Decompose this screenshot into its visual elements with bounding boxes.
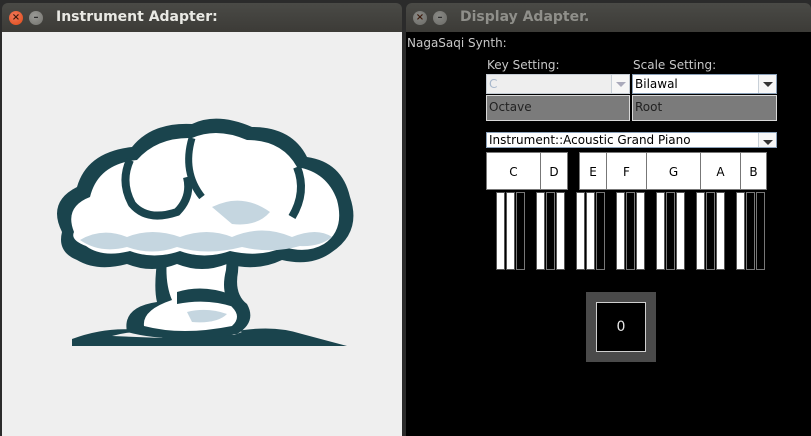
piano-white-key[interactable] <box>536 192 545 270</box>
scale-setting-select[interactable]: Bilawal <box>632 74 777 94</box>
key-setting-value: C <box>489 77 498 91</box>
note-button-a[interactable]: A <box>700 152 741 190</box>
note-button-c[interactable]: C <box>486 152 541 190</box>
instrument-select[interactable]: Instrument::Acoustic Grand Piano <box>486 132 777 148</box>
mushroom-cloud-icon <box>57 118 354 346</box>
piano-white-key[interactable] <box>676 192 685 270</box>
piano-white-key[interactable] <box>616 192 625 270</box>
piano-black-key[interactable] <box>706 192 715 270</box>
key-setting-label: Key Setting: <box>487 58 560 72</box>
piano-white-key[interactable] <box>576 192 585 270</box>
piano-black-key[interactable] <box>596 192 605 270</box>
root-field[interactable]: Root <box>632 95 777 121</box>
note-button-g[interactable]: G <box>646 152 701 190</box>
piano-black-key[interactable] <box>626 192 635 270</box>
title-bar[interactable]: × – Display Adapter. <box>406 3 811 32</box>
piano-white-key[interactable] <box>716 192 725 270</box>
piano-black-key[interactable] <box>546 192 555 270</box>
piano-black-key[interactable] <box>666 192 675 270</box>
synth-heading: NagaSaqi Synth: <box>407 36 507 50</box>
window-title: Instrument Adapter: <box>56 9 218 25</box>
piano-black-key[interactable] <box>746 192 755 270</box>
piano-white-key[interactable] <box>656 192 665 270</box>
chevron-down-icon <box>758 75 776 93</box>
note-button-b[interactable]: B <box>740 152 767 190</box>
title-bar[interactable]: × – Instrument Adapter: <box>2 3 402 32</box>
note-button-e[interactable]: E <box>579 152 607 190</box>
chevron-down-icon <box>758 133 776 147</box>
counter-display: 0 <box>596 302 646 352</box>
piano-white-key[interactable] <box>496 192 505 270</box>
counter-frame: 0 <box>586 292 656 362</box>
instrument-select-value: Instrument::Acoustic Grand Piano <box>489 133 691 147</box>
key-setting-select[interactable]: C <box>486 74 630 94</box>
instrument-adapter-window: × – Instrument Adapter: <box>2 3 402 436</box>
minimize-icon[interactable]: – <box>29 11 43 25</box>
octave-field[interactable]: Octave <box>486 95 630 121</box>
window-title: Display Adapter. <box>460 9 590 25</box>
scale-setting-value: Bilawal <box>635 77 678 91</box>
close-icon[interactable]: × <box>9 11 23 25</box>
instrument-panel <box>2 32 402 436</box>
piano-white-key[interactable] <box>506 192 515 270</box>
note-button-d[interactable]: D <box>540 152 568 190</box>
piano-black-key[interactable] <box>756 192 765 270</box>
piano-white-key[interactable] <box>696 192 705 270</box>
piano-white-key[interactable] <box>586 192 595 270</box>
chevron-down-icon <box>611 75 629 93</box>
piano-white-key[interactable] <box>736 192 745 270</box>
piano-black-key[interactable] <box>516 192 525 270</box>
note-button-f[interactable]: F <box>606 152 647 190</box>
close-icon[interactable]: × <box>413 11 427 25</box>
piano-white-key[interactable] <box>556 192 565 270</box>
piano-white-key[interactable] <box>636 192 645 270</box>
scale-setting-label: Scale Setting: <box>633 58 717 72</box>
minimize-icon[interactable]: – <box>433 11 447 25</box>
